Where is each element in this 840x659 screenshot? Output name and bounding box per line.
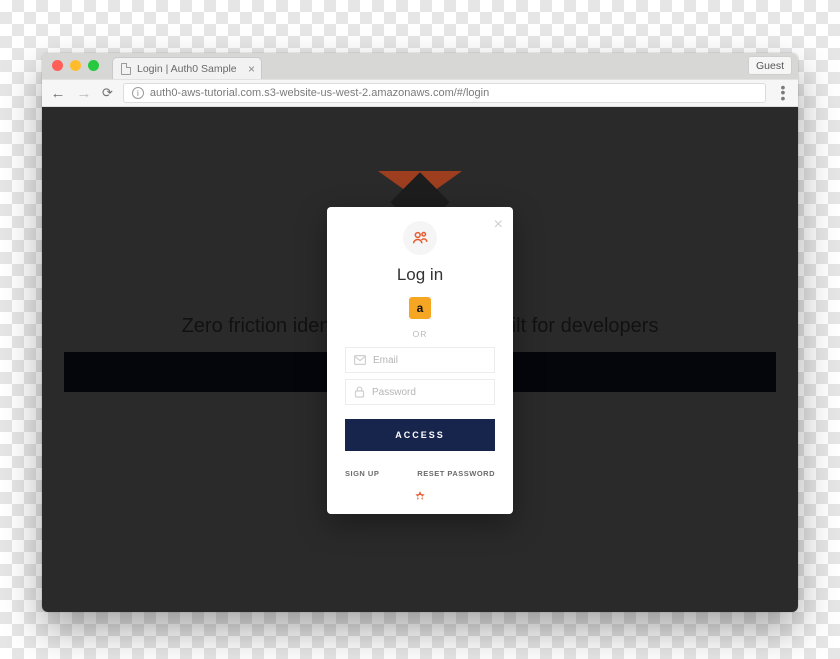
url-text: auth0-aws-tutorial.com.s3-website-us-wes… bbox=[150, 87, 489, 99]
back-button[interactable]: ← bbox=[50, 85, 66, 102]
login-title: Log in bbox=[397, 265, 443, 285]
lock-icon bbox=[354, 386, 365, 398]
aux-links: SIGN UP RESET PASSWORD bbox=[345, 469, 495, 478]
amazon-login-button[interactable]: a bbox=[409, 297, 431, 319]
amazon-icon: a bbox=[417, 301, 424, 315]
window-close-button[interactable] bbox=[52, 60, 63, 71]
or-divider: OR bbox=[413, 329, 428, 339]
window-minimize-button[interactable] bbox=[70, 60, 81, 71]
auth0-badge-icon bbox=[413, 490, 427, 504]
url-field[interactable]: i auth0-aws-tutorial.com.s3-website-us-w… bbox=[123, 83, 766, 103]
email-field-wrapper[interactable] bbox=[345, 347, 495, 373]
signup-link[interactable]: SIGN UP bbox=[345, 469, 379, 478]
window-controls bbox=[52, 60, 99, 71]
browser-window: Login | Auth0 Sample × Guest ← → ⟳ i aut… bbox=[42, 53, 798, 612]
access-button[interactable]: ACCESS bbox=[345, 419, 495, 451]
access-button-label: ACCESS bbox=[395, 430, 445, 440]
password-field-wrapper[interactable] bbox=[345, 379, 495, 405]
login-modal: × Log in a OR bbox=[327, 207, 513, 514]
forward-button[interactable]: → bbox=[76, 85, 92, 102]
reset-password-link[interactable]: RESET PASSWORD bbox=[417, 469, 495, 478]
reload-button[interactable]: ⟳ bbox=[102, 85, 113, 101]
guest-label: Guest bbox=[756, 60, 784, 72]
browser-tab[interactable]: Login | Auth0 Sample × bbox=[112, 57, 262, 79]
tab-title: Login | Auth0 Sample bbox=[137, 63, 237, 75]
email-icon bbox=[354, 355, 366, 365]
page-viewport: Zero friction identity infrastructure, b… bbox=[42, 107, 798, 612]
window-zoom-button[interactable] bbox=[88, 60, 99, 71]
address-bar: ← → ⟳ i auth0-aws-tutorial.com.s3-websit… bbox=[42, 79, 798, 107]
document-icon bbox=[121, 63, 131, 75]
tab-strip: Login | Auth0 Sample × Guest bbox=[42, 53, 798, 79]
browser-menu-button[interactable]: ••• bbox=[776, 85, 790, 102]
avatar-icon bbox=[403, 221, 437, 255]
tab-close-button[interactable]: × bbox=[248, 63, 255, 75]
password-input[interactable] bbox=[372, 387, 504, 398]
guest-profile-button[interactable]: Guest bbox=[748, 56, 792, 75]
close-icon[interactable]: × bbox=[494, 217, 503, 233]
site-info-icon[interactable]: i bbox=[132, 87, 144, 99]
email-input[interactable] bbox=[373, 355, 505, 366]
